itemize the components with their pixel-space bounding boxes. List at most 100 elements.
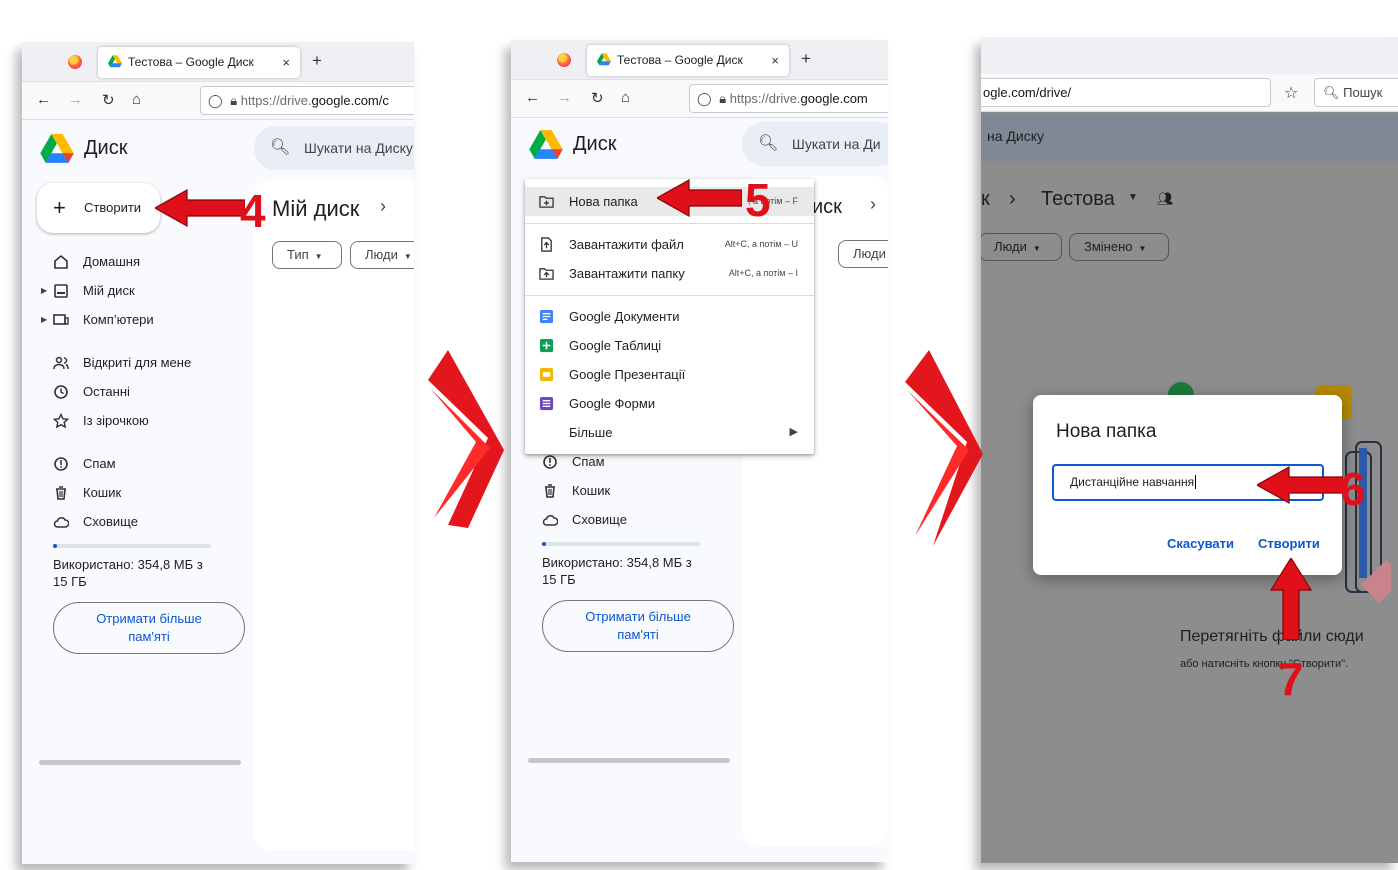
home-icon[interactable]: ⌂ <box>132 91 141 108</box>
filter-chip-people[interactable]: Люди ▼ <box>981 233 1062 261</box>
create-menu: Нова папка , а потім – F Завантажити фай… <box>525 179 814 454</box>
tab-title: Тестова – Google Диск <box>128 55 254 69</box>
button-label-line: пам'яті <box>128 629 170 644</box>
breadcrumb-chevron-icon: › <box>380 196 386 216</box>
new-folder-icon <box>539 196 554 208</box>
sidebar-scrollbar[interactable] <box>39 760 241 765</box>
new-tab-button[interactable]: + <box>801 49 811 69</box>
browser-nav-bar: ← → ↻ ⌂ ◯ 🔒︎ https://drive.google.com/c <box>22 82 414 120</box>
google-drive-favicon-icon <box>597 53 611 66</box>
menu-item-shortcut: Alt+C, а потім – I <box>728 268 798 278</box>
menu-item-label: Google Форми <box>569 396 656 411</box>
bookmark-star-icon[interactable]: ☆ <box>1284 83 1298 103</box>
sidebar-item-label: Сховище <box>83 514 138 529</box>
firefox-icon[interactable] <box>68 55 82 69</box>
google-drive-logo-icon <box>40 134 74 163</box>
folder-name-value: Дистанційне навчання <box>1070 475 1195 489</box>
search-icon: 🔍︎ <box>270 139 291 156</box>
expand-caret-icon[interactable]: ▶ <box>41 310 47 330</box>
menu-item-label: Завантажити папку <box>569 266 685 281</box>
search-input[interactable]: 🔍︎ Шукати на Диску <box>254 126 414 170</box>
storage-usage-line: 15 ГБ <box>542 572 576 587</box>
button-label-line: Отримати більше <box>96 611 202 626</box>
tab-close-icon[interactable]: × <box>771 45 779 76</box>
sidebar-item-label: Спам <box>572 454 605 469</box>
search-placeholder: на Диску <box>987 128 1044 144</box>
url-host: google.com <box>800 91 868 106</box>
chip-label: Люди <box>994 239 1027 254</box>
menu-item-upload-file[interactable]: Завантажити файл Alt+C, а потім – U <box>525 230 814 259</box>
create-folder-button[interactable]: Створити <box>1258 536 1320 551</box>
get-more-storage-button[interactable]: Отримати більше пам'яті <box>542 600 734 652</box>
dialog-title: Нова папка <box>1056 421 1157 442</box>
search-input[interactable]: 🔍︎ Шукати на Ди <box>742 122 888 166</box>
expand-caret-icon[interactable]: ▶ <box>41 281 47 301</box>
url-bar[interactable]: ogle.com/drive/ <box>981 78 1271 107</box>
menu-item-google-sheets[interactable]: Google Таблиці <box>525 331 814 360</box>
dropdown-icon[interactable]: ▼ <box>1128 192 1138 203</box>
menu-item-google-slides[interactable]: Google Презентації <box>525 360 814 389</box>
menu-item-shortcut: Alt+C, а потім – U <box>724 239 798 249</box>
create-button[interactable]: + Створити <box>37 183 160 233</box>
forward-icon[interactable]: → <box>68 91 83 108</box>
page-title: иск <box>812 196 842 218</box>
storage-progress-fill <box>542 542 546 546</box>
get-more-storage-button[interactable]: Отримати більше пам'яті <box>53 602 245 654</box>
text-cursor <box>1195 475 1197 489</box>
menu-item-google-docs[interactable]: Google Документи <box>525 302 814 331</box>
submenu-arrow-icon: ▶ <box>789 426 798 438</box>
sidebar-scrollbar[interactable] <box>528 758 730 763</box>
breadcrumb-current[interactable]: Тестова <box>1041 188 1115 211</box>
browser-search-box[interactable]: 🔍︎ Пошук <box>1314 78 1398 107</box>
menu-item-label: Завантажити файл <box>569 237 684 252</box>
back-icon[interactable]: ← <box>525 89 540 106</box>
app-name: Диск <box>84 137 128 159</box>
menu-item-more[interactable]: Більше ▶ <box>525 418 814 447</box>
reload-icon[interactable]: ↻ <box>102 91 115 109</box>
google-slides-icon <box>539 367 554 382</box>
home-icon[interactable]: ⌂ <box>621 89 630 106</box>
annotation-arrow-left-icon <box>155 188 245 228</box>
filter-chip-people[interactable]: Люди ▼ <box>350 241 414 269</box>
new-tab-button[interactable]: + <box>312 51 322 71</box>
browser-tab-bar: Тестова – Google Диск × + <box>22 42 414 82</box>
url-bar[interactable]: ◯ 🔒︎ https://drive.google.com/c <box>200 86 414 115</box>
cloud-icon <box>53 517 69 528</box>
sidebar-item-label: Кошик <box>572 483 611 498</box>
filter-chip-people[interactable]: Люди <box>838 240 888 268</box>
search-icon: 🔍︎ <box>758 135 779 152</box>
forward-icon[interactable]: → <box>557 89 572 106</box>
menu-divider <box>525 223 814 224</box>
browser-tab[interactable]: Тестова – Google Диск × <box>98 47 300 78</box>
url-bar[interactable]: ◯ 🔒︎ https://drive.google.com <box>689 84 888 113</box>
main-content-area: Мій диск › Тип ▼ Люди ▼ <box>254 180 414 850</box>
annotation-arrow-up-icon <box>1269 558 1313 640</box>
browser-tab[interactable]: Тестова – Google Диск × <box>587 45 789 76</box>
people-icon <box>53 356 69 370</box>
google-docs-icon <box>539 309 554 324</box>
cancel-button[interactable]: Скасувати <box>1167 536 1234 551</box>
clock-icon <box>54 385 68 399</box>
menu-item-label: Google Документи <box>569 309 680 324</box>
reload-icon[interactable]: ↻ <box>591 89 604 107</box>
chip-label: Люди <box>365 247 398 262</box>
url-prefix: https://drive. <box>729 91 801 106</box>
firefox-icon[interactable] <box>557 53 571 67</box>
tab-close-icon[interactable]: × <box>282 47 290 78</box>
menu-item-google-forms[interactable]: Google Форми <box>525 389 814 418</box>
breadcrumb-previous[interactable]: к <box>981 188 990 211</box>
menu-item-upload-folder[interactable]: Завантажити папку Alt+C, а потім – I <box>525 259 814 288</box>
menu-item-label: Більше <box>569 425 613 440</box>
sidebar-item-label: Комп’ютери <box>83 312 154 327</box>
back-icon[interactable]: ← <box>36 91 51 108</box>
dropdown-icon: ▼ <box>314 252 323 261</box>
folder-upload-icon <box>539 268 554 280</box>
drive-icon <box>54 284 68 298</box>
filter-chip-type[interactable]: Тип ▼ <box>272 241 342 269</box>
menu-divider <box>525 295 814 296</box>
storage-usage-line: Використано: 354,8 МБ з <box>53 557 203 572</box>
spam-icon <box>54 457 68 471</box>
storage-usage-text: Використано: 354,8 МБ з 15 ГБ <box>53 556 203 590</box>
drive-header-dimmed: на Диску <box>981 113 1398 161</box>
filter-chip-modified[interactable]: Змінено ▼ <box>1069 233 1169 261</box>
